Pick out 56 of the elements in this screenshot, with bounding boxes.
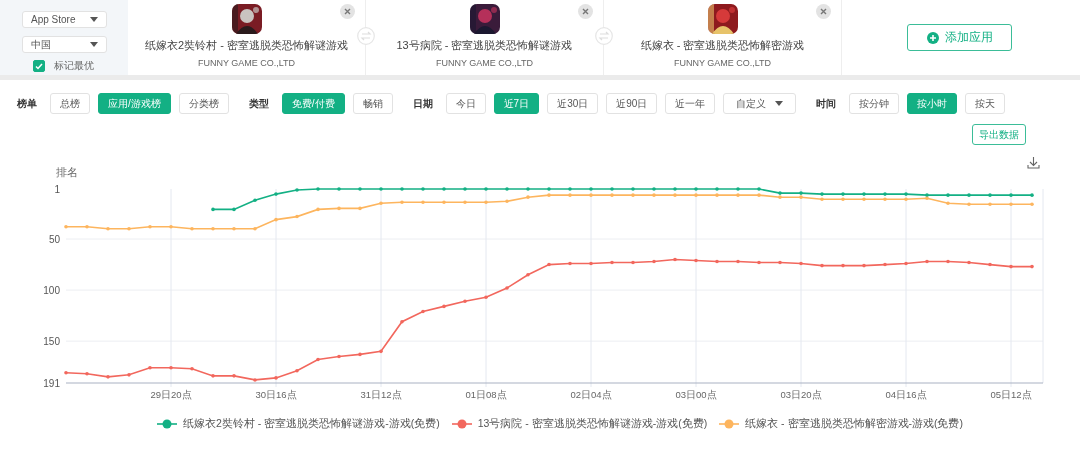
- filter-tab[interactable]: 畅销: [352, 93, 393, 114]
- legend-marker[interactable]: [719, 419, 740, 429]
- legend-label: 纸嫁衣 - 密室逃脱类恐怖解密游戏-游戏(免费): [745, 417, 963, 431]
- y-axis-title: 排名: [56, 166, 78, 178]
- y-tick-label: 1: [54, 184, 60, 195]
- filter-tab[interactable]: 按分钟: [849, 93, 900, 114]
- download-icon[interactable]: [1027, 156, 1040, 169]
- developer-name: FUNNY GAME CO.,LTD: [435, 58, 534, 68]
- dropdown[interactable]: 自定义: [723, 93, 797, 114]
- close-button[interactable]: [816, 4, 831, 19]
- filter-label: 类型: [248, 96, 269, 111]
- x-tick-label: 03日20点: [780, 389, 822, 400]
- filter-tab[interactable]: 近90日: [606, 93, 658, 114]
- x-tick-label: 31日12点: [360, 389, 402, 400]
- plus-icon: [926, 31, 939, 44]
- close-button[interactable]: [578, 4, 593, 19]
- filter-tab[interactable]: 总榜: [50, 93, 90, 114]
- app-name: 纸嫁衣 - 密室逃脱类恐怖解密游戏: [640, 38, 805, 53]
- x-tick-label: 05日12点: [990, 389, 1032, 400]
- x-tick-label: 03日00点: [675, 389, 717, 400]
- filter-tab[interactable]: 今日: [445, 93, 486, 114]
- filter-tab[interactable]: 分类榜: [178, 93, 229, 114]
- legend-label: 13号病院 - 密室逃脱类恐怖解谜游戏-游戏(免费): [477, 417, 708, 431]
- x-tick-label: 29日20点: [150, 389, 192, 400]
- legend-label: 纸嫁衣2奘铃村 - 密室逃脱类恐怖解谜游戏-游戏(免费): [183, 417, 440, 431]
- close-button[interactable]: [340, 4, 355, 19]
- legend-marker[interactable]: [451, 419, 472, 429]
- region-select[interactable]: 中国: [22, 36, 107, 53]
- x-tick-label: 01日08点: [465, 389, 507, 400]
- caret-icon: [90, 42, 98, 47]
- store-select[interactable]: App Store: [22, 11, 107, 28]
- x-tick-label: 04日16点: [885, 389, 927, 400]
- filter-tab[interactable]: 按天: [965, 93, 1006, 114]
- close-icon: [344, 8, 351, 15]
- developer-name: FUNNY GAME CO.,LTD: [197, 58, 296, 68]
- x-tick-label: 30日16点: [255, 389, 297, 400]
- caret-icon: [775, 101, 784, 106]
- filter-label: 时间: [816, 96, 837, 111]
- y-tick-label: 191: [43, 378, 60, 389]
- filter-tab[interactable]: 近30日: [547, 93, 599, 114]
- app-name: 13号病院 - 密室逃脱类恐怖解谜游戏: [396, 38, 573, 53]
- developer-name: FUNNY GAME CO.,LTD: [673, 58, 772, 68]
- close-icon: [582, 8, 589, 15]
- legend-marker[interactable]: [157, 419, 177, 429]
- y-tick-label: 150: [43, 336, 60, 348]
- checkbox-label: 标记最优: [54, 59, 94, 73]
- caret-icon: [90, 17, 98, 22]
- checkbox[interactable]: [33, 60, 45, 72]
- y-tick-label: 100: [43, 285, 60, 297]
- close-icon: [820, 8, 827, 15]
- filter-tab[interactable]: 近一年: [665, 93, 716, 114]
- x-tick-label: 02日04点: [570, 389, 612, 400]
- filter-label: 日期: [412, 96, 433, 111]
- y-tick-label: 50: [48, 234, 60, 246]
- app-name: 纸嫁衣2奘铃村 - 密室逃脱类恐怖解谜游戏: [145, 38, 348, 53]
- filter-label: 榜单: [17, 96, 37, 111]
